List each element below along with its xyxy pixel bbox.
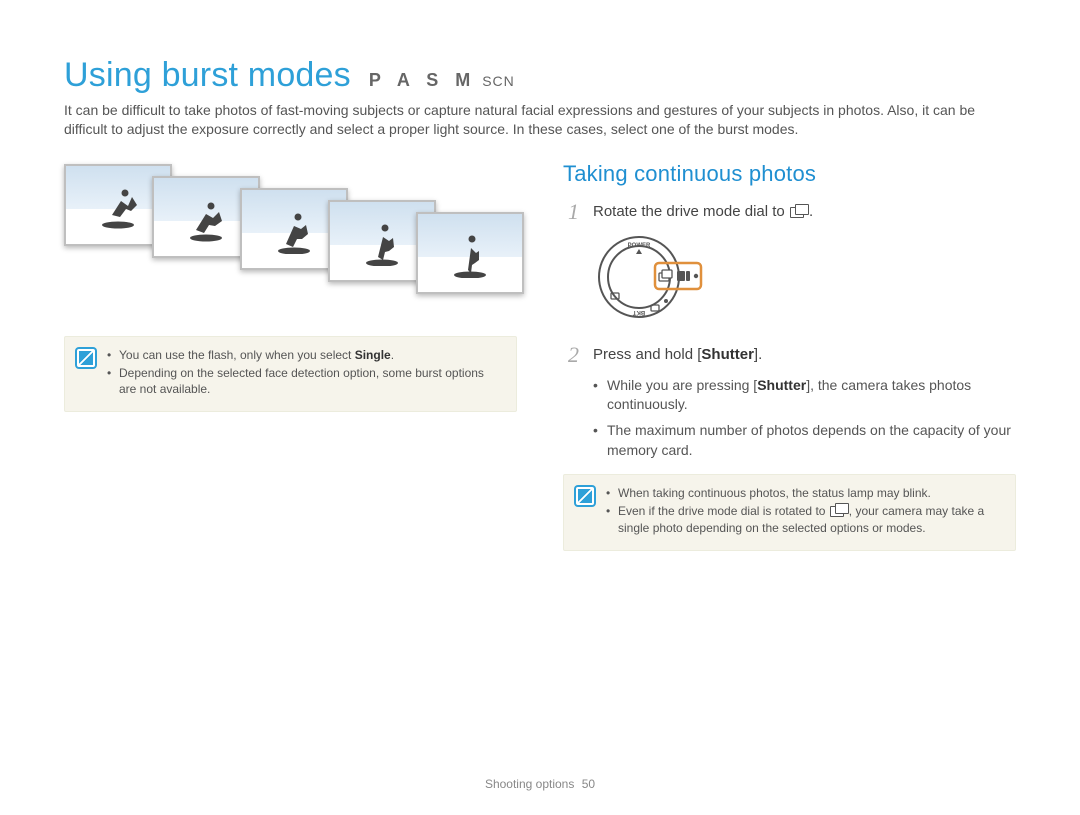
right-column: Taking continuous photos 1 Rotate the dr…: [563, 161, 1016, 551]
step-number: 1: [563, 201, 579, 223]
burst-illustration: [64, 161, 517, 306]
left-column: You can use the flash, only when you sel…: [64, 161, 517, 551]
step-number: 2: [563, 344, 579, 366]
svg-text:BKT: BKT: [633, 309, 646, 315]
mode-indicators: P A S M SCN: [369, 70, 515, 91]
step-2-details: While you are pressing [Shutter], the ca…: [593, 376, 1016, 460]
mode-scn-label: SCN: [482, 73, 515, 89]
footer-page-number: 50: [582, 777, 595, 791]
mode-large-letters: P A S M: [369, 70, 476, 91]
note-icon: [574, 485, 596, 507]
continuous-mode-icon: [830, 504, 848, 516]
note-box-right: When taking continuous photos, the statu…: [563, 474, 1016, 551]
step-body: Press and hold [Shutter].: [593, 344, 762, 366]
note-box-left: You can use the flash, only when you sel…: [64, 336, 517, 413]
continuous-mode-icon: [790, 205, 808, 217]
drive-mode-dial-illustration: POWER BKT: [593, 233, 1016, 326]
footer-section: Shooting options: [485, 777, 574, 791]
intro-paragraph: It can be difficult to take photos of fa…: [64, 101, 1016, 139]
step-1: 1 Rotate the drive mode dial to .: [563, 201, 1016, 223]
page-title: Using burst modes: [64, 56, 351, 95]
note-list: When taking continuous photos, the statu…: [606, 485, 1003, 538]
note-item: Even if the drive mode dial is rotated t…: [606, 503, 1003, 535]
svg-text:POWER: POWER: [628, 243, 651, 249]
page-footer: Shooting options 50: [0, 777, 1080, 791]
note-item: You can use the flash, only when you sel…: [107, 347, 504, 363]
list-item: While you are pressing [Shutter], the ca…: [593, 376, 1016, 415]
note-icon: [75, 347, 97, 369]
note-item: When taking continuous photos, the statu…: [606, 485, 1003, 501]
step-body: Rotate the drive mode dial to .: [593, 201, 813, 223]
note-item: Depending on the selected face detection…: [107, 365, 504, 397]
step-2: 2 Press and hold [Shutter].: [563, 344, 1016, 366]
page-heading: Using burst modes P A S M SCN: [64, 56, 1016, 95]
section-heading: Taking continuous photos: [563, 161, 1016, 187]
list-item: The maximum number of photos depends on …: [593, 421, 1016, 460]
burst-frame-5: [416, 212, 524, 294]
note-list: You can use the flash, only when you sel…: [107, 347, 504, 400]
